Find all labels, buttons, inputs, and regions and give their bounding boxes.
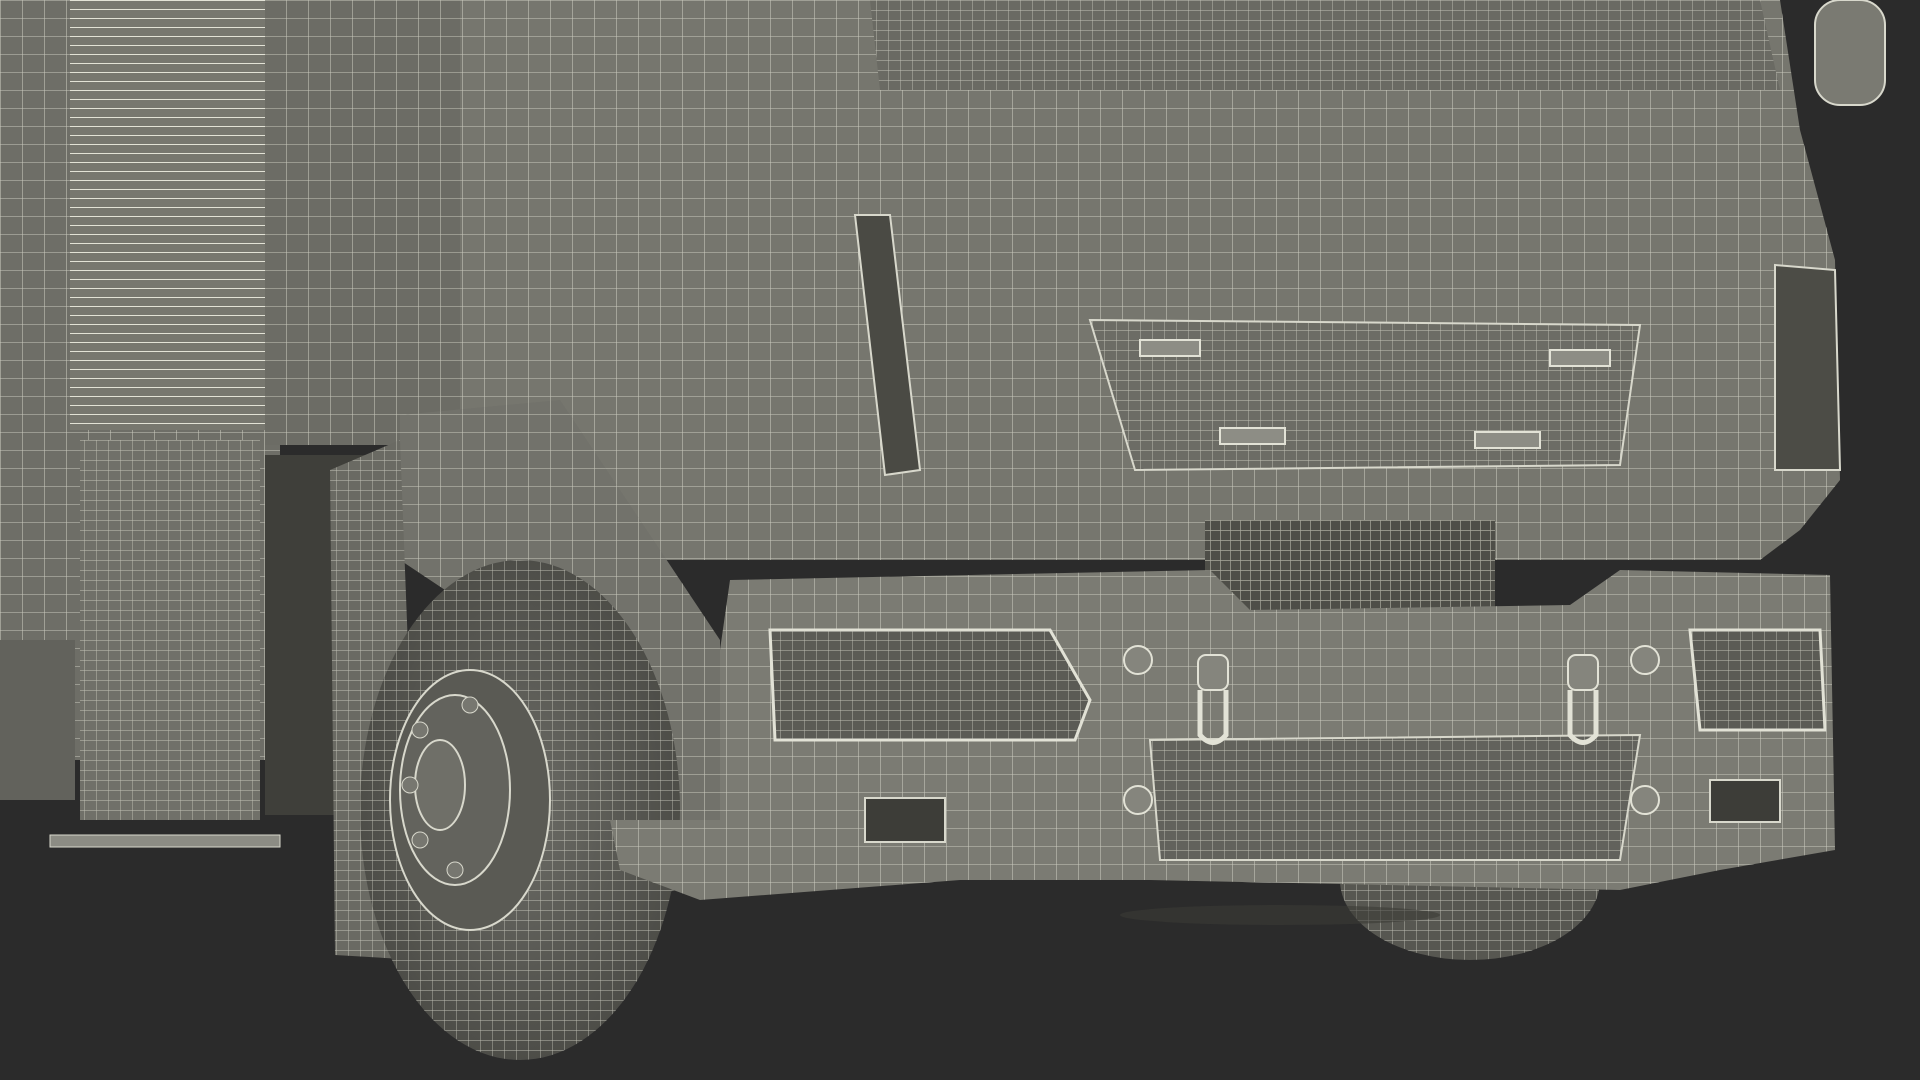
right-headlight: [1688, 628, 1827, 732]
storage-shutter: [70, 0, 265, 430]
truck-cab: [460, 0, 1886, 560]
left-headlight: [768, 628, 1092, 742]
front-wheel: [360, 560, 680, 1060]
truck-wireframe-render: [0, 0, 1886, 1060]
render-viewport: [0, 0, 1920, 1080]
side-mirror: [1814, 0, 1886, 106]
